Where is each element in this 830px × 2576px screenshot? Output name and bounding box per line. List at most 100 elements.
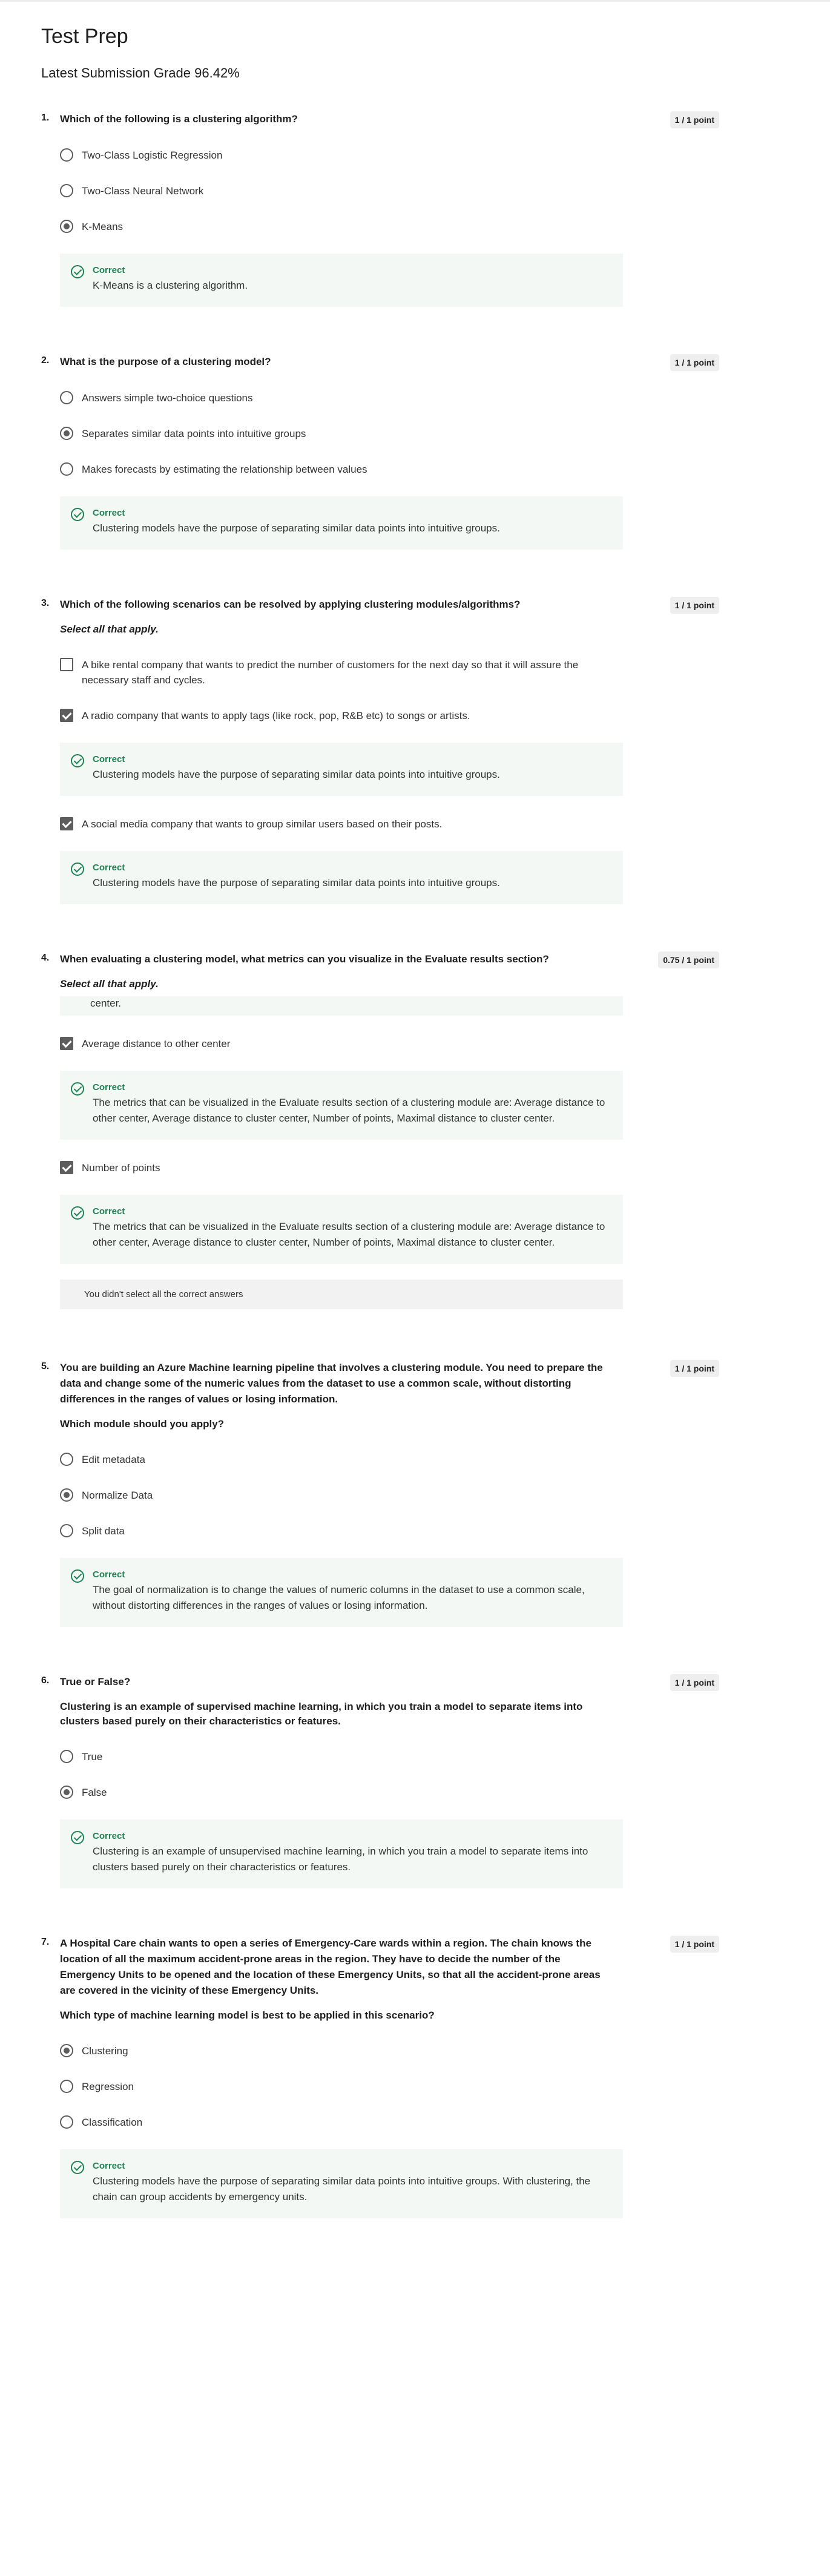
feedback-text: Clustering is an example of unsupervised… [93,1845,588,1873]
option-label: Two-Class Logistic Regression [82,150,223,161]
radio-button-selected[interactable] [60,1786,73,1799]
option-label: Two-Class Neural Network [82,185,204,197]
option-classification[interactable]: Classification [60,2115,719,2130]
radio-button[interactable] [60,1750,73,1763]
option-split-data[interactable]: Split data [60,1523,719,1539]
radio-button[interactable] [60,184,73,197]
option-clustering[interactable]: Clustering [60,2043,719,2058]
feedback-correct: Correct The metrics that can be visualiz… [60,1195,623,1264]
option-label: Classification [82,2117,143,2128]
question-text: Which of the following scenarios can be … [60,599,521,610]
question-text: What is the purpose of a clustering mode… [60,356,271,367]
question-3: 3. Which of the following scenarios can … [41,597,719,904]
question-2: 2. What is the purpose of a clustering m… [41,354,719,550]
radio-button-selected[interactable] [60,220,73,233]
feedback-text: The metrics that can be visualized in th… [93,1221,605,1248]
feedback-text: K-Means is a clustering algorithm. [93,280,248,291]
feedback-title: Correct [93,265,125,275]
feedback-title: Correct [93,2161,125,2171]
option-number-of-points[interactable]: Number of points [60,1160,719,1175]
option-regression[interactable]: Regression [60,2079,719,2094]
option-label: A bike rental company that wants to pred… [82,659,579,686]
checkbox-checked[interactable] [60,1161,73,1174]
question-number: 3. [41,598,50,608]
radio-button[interactable] [60,462,73,476]
quiz-container: Test Prep Latest Submission Grade 96.42%… [41,24,719,2218]
feedback-correct: Correct The goal of normalization is to … [60,1558,623,1627]
option-label: Makes forecasts by estimating the relati… [82,464,367,475]
option-label: Number of points [82,1162,160,1174]
radio-button[interactable] [60,2080,73,2093]
feedback-title: Correct [93,1831,125,1841]
feedback-correct: Correct The metrics that can be visualiz… [60,1071,623,1140]
feedback-title: Correct [93,1206,125,1217]
checkbox-checked[interactable] [60,709,73,722]
question-number: 5. [41,1361,50,1372]
feedback-title: Correct [93,862,125,873]
checkbox[interactable] [60,658,73,671]
question-number: 2. [41,355,50,366]
question-7: 7. A Hospital Care chain wants to open a… [41,1936,719,2218]
radio-button[interactable] [60,1453,73,1466]
checkbox-checked[interactable] [60,1037,73,1050]
question-number: 7. [41,1937,50,1947]
option-radio-company[interactable]: A radio company that wants to apply tags… [60,708,719,723]
page-title: Test Prep [41,25,128,48]
option-edit-metadata[interactable]: Edit metadata [60,1452,719,1467]
option-normalize-data[interactable]: Normalize Data [60,1488,719,1503]
option-answers-two-choice[interactable]: Answers simple two-choice questions [60,390,719,406]
radio-button-selected[interactable] [60,2044,73,2057]
option-two-class-logistic-regression[interactable]: Two-Class Logistic Regression [60,148,719,163]
feedback-text: Clustering models have the purpose of se… [93,522,500,534]
points-badge: 0.75 / 1 point [658,951,719,968]
feedback-text: Clustering models have the purpose of se… [93,2175,591,2203]
feedback-text: The goal of normalization is to change t… [93,1584,585,1611]
check-circle-icon [71,265,84,278]
check-circle-icon [71,1569,84,1583]
option-label: Clustering [82,2045,128,2057]
question-text: When evaluating a clustering model, what… [60,953,549,965]
option-separates-similar-data[interactable]: Separates similar data points into intui… [60,426,719,441]
question-prompt: Which type of machine learning model is … [60,2009,435,2021]
question-4: 4. When evaluating a clustering model, w… [41,951,719,1309]
option-makes-forecasts[interactable]: Makes forecasts by estimating the relati… [60,462,719,477]
option-label: True [82,1751,103,1763]
option-false[interactable]: False [60,1785,719,1800]
option-k-means[interactable]: K-Means [60,219,719,234]
radio-button[interactable] [60,391,73,404]
feedback-correct: Correct Clustering models have the purpo… [60,2149,623,2218]
question-number: 1. [41,113,50,123]
feedback-title: Correct [93,508,125,518]
incomplete-notice: You didn't select all the correct answer… [60,1280,623,1309]
feedback-title: Correct [93,754,125,764]
points-badge: 1 / 1 point [670,1936,719,1953]
feedback-title: Correct [93,1569,125,1580]
question-number: 4. [41,953,50,963]
question-text: Which of the following is a clustering a… [60,113,298,125]
option-true[interactable]: True [60,1749,719,1764]
points-badge: 1 / 1 point [670,1360,719,1377]
feedback-text: Clustering models have the purpose of se… [93,769,500,780]
radio-button-selected[interactable] [60,427,73,440]
feedback-partial: center. [60,996,623,1016]
check-circle-icon [71,508,84,521]
option-bike-rental[interactable]: A bike rental company that wants to pred… [60,657,719,688]
question-1: 1. Which of the following is a clusterin… [41,111,719,307]
radio-button[interactable] [60,2115,73,2129]
feedback-text: The metrics that can be visualized in th… [93,1097,605,1124]
radio-button-selected[interactable] [60,1488,73,1502]
question-text: A Hospital Care chain wants to open a se… [60,1937,601,1996]
option-social-media[interactable]: A social media company that wants to gro… [60,816,719,832]
points-badge: 1 / 1 point [670,354,719,371]
option-two-class-neural-network[interactable]: Two-Class Neural Network [60,183,719,199]
feedback-correct: Correct Clustering models have the purpo… [60,743,623,796]
question-instruction: Select all that apply. [60,623,159,635]
question-5: 5. You are building an Azure Machine lea… [41,1360,719,1627]
option-label: Answers simple two-choice questions [82,392,253,404]
checkbox-checked[interactable] [60,817,73,830]
radio-button[interactable] [60,148,73,162]
radio-button[interactable] [60,1524,73,1537]
feedback-correct: Correct Clustering is an example of unsu… [60,1819,623,1888]
option-average-distance-other-center[interactable]: Average distance to other center [60,1036,719,1051]
question-instruction: Select all that apply. [60,978,159,990]
